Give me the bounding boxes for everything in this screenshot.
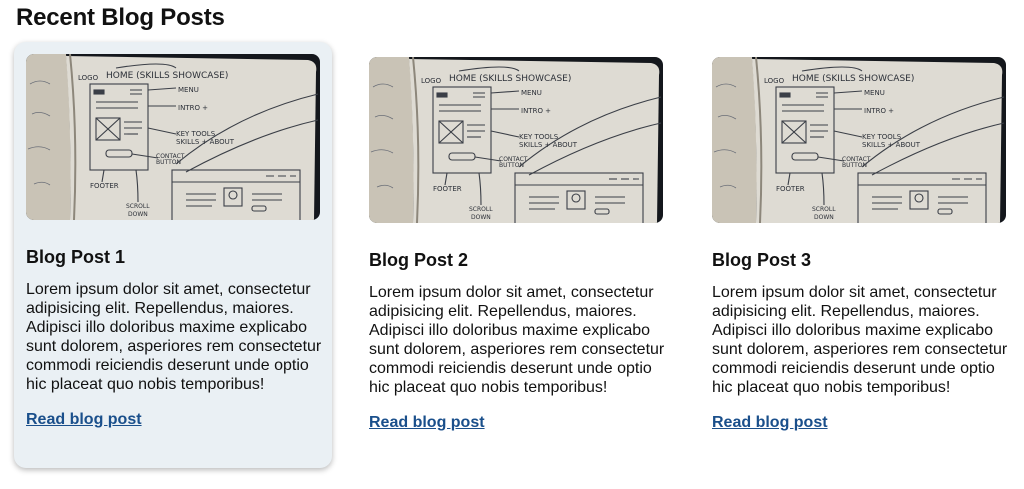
svg-text:HOME (SKILLS SHOWCASE): HOME (SKILLS SHOWCASE) [792, 74, 914, 84]
svg-text:LOGO: LOGO [421, 77, 442, 85]
svg-text:KEY TOOLS: KEY TOOLS [176, 130, 216, 138]
svg-text:DOWN: DOWN [128, 211, 148, 218]
svg-text:KEY TOOLS: KEY TOOLS [519, 133, 559, 141]
svg-text:INTRO +: INTRO + [178, 104, 208, 112]
svg-text:SCROLL: SCROLL [126, 203, 150, 210]
blog-card-3[interactable]: LOGO HOME (SKILLS SHOWCASE) MENU INTRO +… [700, 45, 1018, 471]
svg-text:DOWN: DOWN [471, 214, 491, 221]
read-blog-post-link[interactable]: Read blog post [712, 414, 828, 432]
svg-text:LOGO: LOGO [764, 77, 785, 85]
blog-card-1[interactable]: LOGO HOME (SKILLS SHOWCASE) MENU INTRO +… [14, 42, 332, 468]
svg-text:LOGO: LOGO [78, 74, 99, 82]
svg-text:BUTTON: BUTTON [842, 162, 867, 169]
svg-text:FOOTER: FOOTER [433, 185, 462, 193]
svg-text:SCROLL: SCROLL [812, 206, 836, 213]
read-blog-post-link[interactable]: Read blog post [26, 411, 142, 429]
blog-post-image: LOGO HOME (SKILLS SHOWCASE) MENU INTRO +… [369, 57, 663, 223]
svg-text:HOME (SKILLS SHOWCASE): HOME (SKILLS SHOWCASE) [449, 74, 571, 84]
svg-text:SCROLL: SCROLL [469, 206, 493, 213]
svg-text:INTRO +: INTRO + [521, 107, 551, 115]
page-title: Recent Blog Posts [16, 4, 225, 31]
svg-text:KEY TOOLS: KEY TOOLS [862, 133, 902, 141]
svg-text:SKILLS + ABOUT: SKILLS + ABOUT [519, 141, 578, 149]
svg-text:MENU: MENU [864, 89, 885, 97]
blog-post-excerpt: Lorem ipsum dolor sit amet, consectetur … [712, 284, 1008, 396]
svg-text:FOOTER: FOOTER [90, 182, 119, 190]
svg-text:DOWN: DOWN [814, 214, 834, 221]
blog-post-title: Blog Post 1 [26, 247, 126, 267]
blog-post-title: Blog Post 2 [369, 250, 469, 270]
blog-post-image: LOGO HOME (SKILLS SHOWCASE) MENU INTRO +… [712, 57, 1006, 223]
svg-text:MENU: MENU [178, 86, 199, 94]
svg-text:BUTTON: BUTTON [499, 162, 524, 169]
svg-text:BUTTON: BUTTON [156, 159, 181, 166]
svg-text:HOME (SKILLS SHOWCASE): HOME (SKILLS SHOWCASE) [106, 71, 228, 81]
blog-post-excerpt: Lorem ipsum dolor sit amet, consectetur … [369, 284, 665, 396]
svg-text:FOOTER: FOOTER [776, 185, 805, 193]
blog-card-2[interactable]: LOGO HOME (SKILLS SHOWCASE) MENU INTRO +… [357, 45, 675, 471]
svg-text:SKILLS + ABOUT: SKILLS + ABOUT [176, 138, 235, 146]
read-blog-post-link[interactable]: Read blog post [369, 414, 485, 432]
svg-text:SKILLS + ABOUT: SKILLS + ABOUT [862, 141, 921, 149]
svg-text:INTRO +: INTRO + [864, 107, 894, 115]
svg-text:MENU: MENU [521, 89, 542, 97]
blog-post-image: LOGO HOME (SKILLS SHOWCASE) MENU INTRO +… [26, 54, 320, 220]
blog-post-title: Blog Post 3 [712, 250, 812, 270]
blog-post-excerpt: Lorem ipsum dolor sit amet, consectetur … [26, 281, 322, 393]
